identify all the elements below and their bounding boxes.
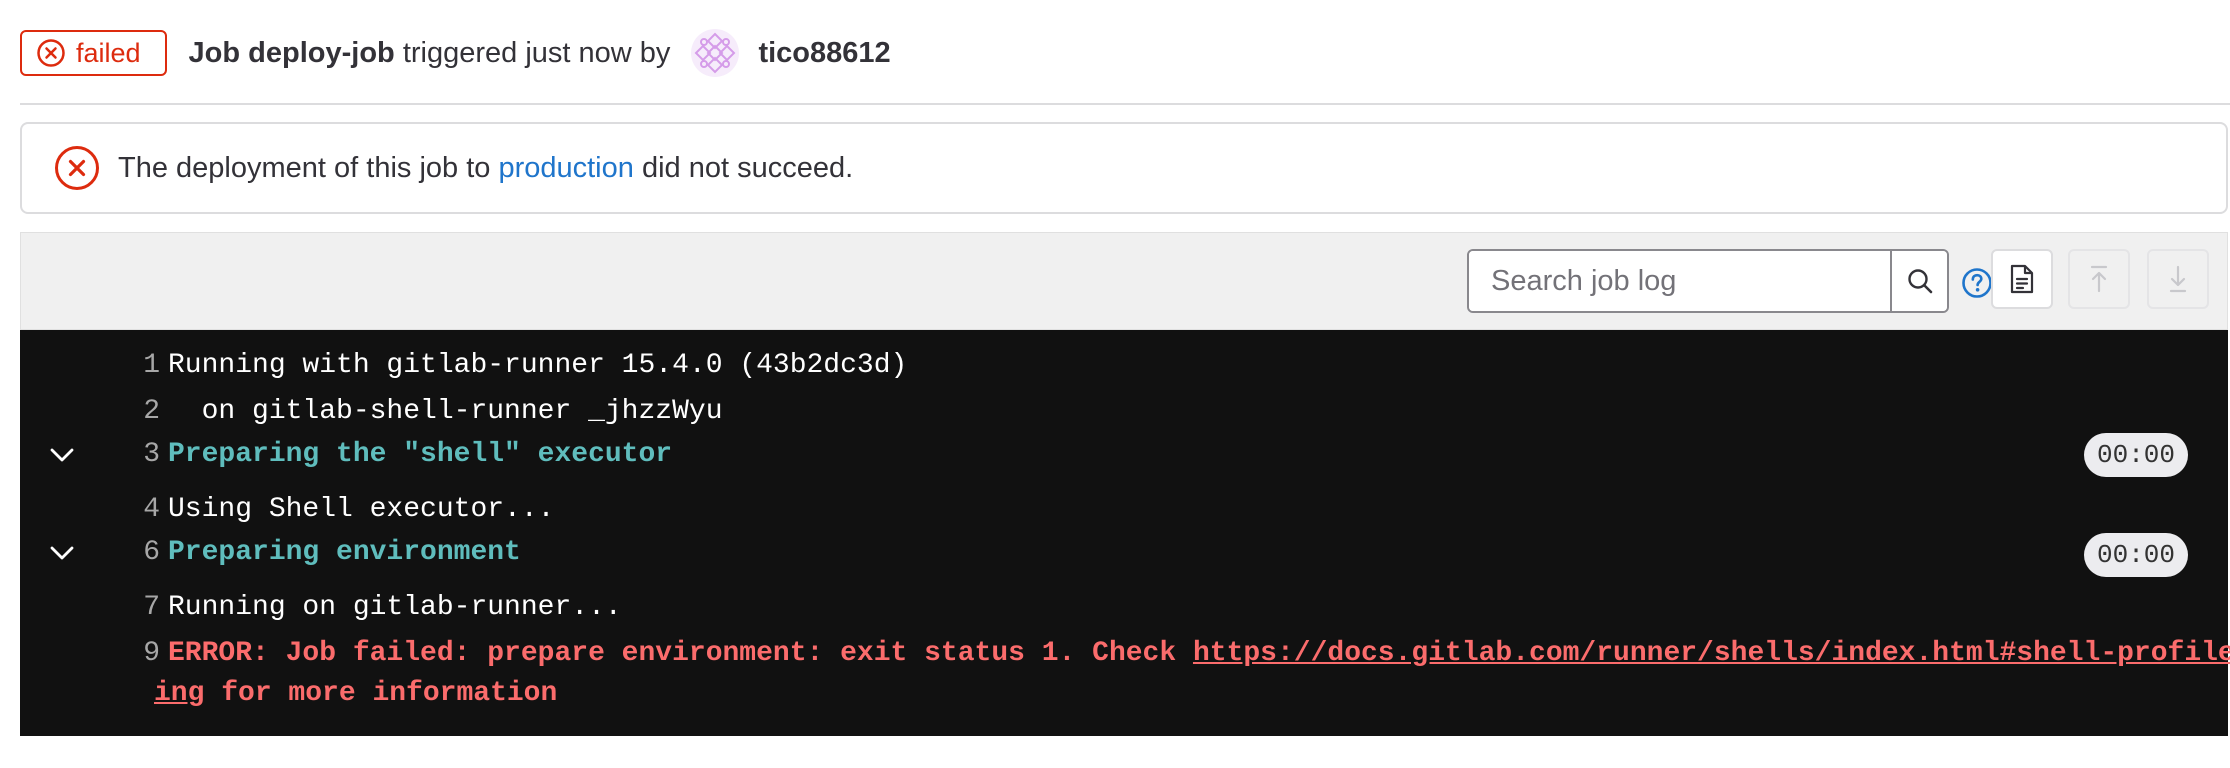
alert-text-before: The deployment of this job to: [118, 151, 491, 184]
environment-link[interactable]: production: [498, 152, 633, 184]
status-badge-label: failed: [76, 37, 141, 68]
log-text: Running on gitlab-runner...: [168, 592, 622, 623]
job-title: Job deploy-job triggered just now by: [189, 37, 671, 70]
line-number[interactable]: 1: [100, 350, 160, 381]
line-number[interactable]: 9: [100, 638, 160, 669]
job-log-toolbar: [20, 232, 2228, 330]
job-name: deploy-job: [248, 36, 395, 69]
job-log: 1 Running with gitlab-runner 15.4.0 (43b…: [20, 330, 2230, 736]
header-divider: [20, 103, 2230, 105]
search-job-log-input[interactable]: [1469, 251, 1890, 311]
scroll-top-icon: [2090, 265, 2108, 293]
job-prefix: Job: [188, 36, 241, 69]
chevron-down-icon[interactable]: [44, 437, 80, 473]
log-text: Running with gitlab-runner 15.4.0 (43b2d…: [168, 350, 908, 381]
error-prefix: ERROR: Job failed: prepare environment: …: [168, 638, 1193, 669]
scroll-bottom-icon: [2169, 265, 2187, 293]
status-badge[interactable]: failed: [20, 30, 167, 76]
question-icon[interactable]: [1961, 267, 1993, 299]
section-title: Preparing environment: [168, 537, 521, 568]
user-avatar[interactable]: [690, 28, 740, 78]
alert-message: The deployment of this job to production…: [118, 152, 853, 185]
section-duration-badge: 00:00: [2084, 433, 2188, 477]
triggered-text: triggered just now by: [402, 36, 671, 69]
log-text: Using Shell executor...: [168, 494, 555, 525]
raw-log-icon: [2010, 264, 2034, 294]
line-number[interactable]: 6: [100, 537, 160, 568]
error-text-wrap: ing for more information: [154, 678, 557, 709]
scroll-to-top-button[interactable]: [2068, 249, 2130, 309]
username-link[interactable]: tico88612: [758, 37, 890, 70]
deployment-alert: The deployment of this job to production…: [20, 122, 2228, 214]
search-box: [1467, 249, 1949, 313]
alert-text-after: did not succeed.: [641, 151, 854, 184]
error-text: ERROR: Job failed: prepare environment: …: [168, 638, 2230, 669]
line-number[interactable]: 4: [100, 494, 160, 525]
job-header: failed Job deploy-job triggered just now…: [20, 28, 891, 78]
section-duration-badge: 00:00: [2084, 533, 2188, 577]
show-raw-log-button[interactable]: [1991, 249, 2053, 309]
search-icon: [1907, 269, 1932, 294]
docs-link[interactable]: https://docs.gitlab.com/runner/shells/in…: [1193, 638, 2230, 669]
line-number[interactable]: 2: [100, 396, 160, 427]
chevron-down-icon[interactable]: [44, 535, 80, 571]
search-button[interactable]: [1890, 251, 1947, 311]
line-number[interactable]: 7: [100, 592, 160, 623]
docs-link-continued[interactable]: ing: [154, 678, 204, 709]
line-number[interactable]: 3: [100, 439, 160, 470]
log-text: on gitlab-shell-runner _jhzzWyu: [168, 396, 723, 427]
error-icon: [55, 146, 99, 190]
failed-status-icon: [37, 39, 65, 67]
error-suffix: for more information: [204, 678, 558, 709]
section-title: Preparing the "shell" executor: [168, 439, 673, 470]
scroll-to-bottom-button[interactable]: [2147, 249, 2209, 309]
